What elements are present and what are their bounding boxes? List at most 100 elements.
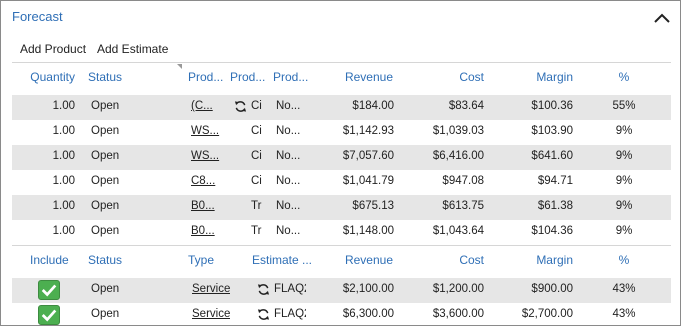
header-type[interactable]: Type [188, 253, 214, 267]
cost-cell: $1,200.00 [432, 283, 484, 295]
table-row[interactable]: 1.00 Open B0... Tr No... $1,148.00 $1,043.64 $1… [12, 220, 671, 245]
product-link[interactable]: B0... [191, 225, 221, 237]
status-cell: Open [91, 308, 120, 320]
header-revenue[interactable]: Revenue [323, 253, 393, 267]
type-link[interactable]: Service [192, 283, 230, 295]
revenue-cell: $1,142.93 [342, 125, 394, 137]
percent-cell: 9% [615, 200, 633, 212]
percent-cell: 9% [615, 150, 633, 162]
status-cell: Open [91, 225, 120, 237]
header-product-3[interactable]: Prod... [273, 70, 308, 84]
product-link[interactable]: C8... [191, 175, 221, 187]
percent-cell: 43% [612, 308, 636, 320]
include-checkbox[interactable] [38, 280, 60, 300]
sort-indicator-icon [177, 64, 182, 69]
revenue-cell: $675.13 [352, 200, 394, 212]
header-estimate[interactable]: Estimate ... [252, 253, 312, 267]
margin-cell: $2,700.00 [521, 308, 573, 320]
percent-cell: 9% [615, 175, 633, 187]
cost-cell: $947.08 [442, 175, 484, 187]
product-link[interactable]: B0... [191, 200, 221, 212]
revenue-cell: $7,057.60 [342, 150, 394, 162]
product-link[interactable]: (C... [191, 100, 221, 112]
header-percent[interactable]: % [609, 253, 639, 267]
product-cell-3: No... [276, 150, 301, 162]
status-cell: Open [91, 100, 120, 112]
percent-cell: 55% [612, 100, 636, 112]
table-row[interactable]: 1.00 Open C8... Ci No... $1,041.79 $947.08 $94.… [12, 170, 671, 195]
panel-title: Forecast [12, 9, 63, 24]
add-product-button[interactable]: Add Product [20, 42, 86, 56]
margin-cell: $900.00 [531, 283, 573, 295]
table-row[interactable]: 1.00 Open WS... Ci No... $7,057.60 $6,416.00 $6… [12, 145, 671, 170]
revenue-cell: $1,148.00 [342, 225, 394, 237]
include-checkbox[interactable] [38, 305, 60, 325]
header-status[interactable]: Status [88, 70, 122, 84]
product-cell-2: Ci [251, 100, 262, 112]
cost-cell: $613.75 [442, 200, 484, 212]
header-product-1[interactable]: Prod... [188, 70, 223, 84]
cost-cell: $83.64 [448, 100, 484, 112]
table-row[interactable]: 1.00 Open (C... Ci No... $184.00 $83.64 $100.36… [12, 95, 671, 120]
quantity-cell: 1.00 [52, 150, 75, 162]
header-cost[interactable]: Cost [414, 70, 484, 84]
cost-cell: $1,043.64 [432, 225, 484, 237]
header-status[interactable]: Status [88, 253, 122, 267]
status-cell: Open [91, 175, 120, 187]
margin-cell: $104.36 [531, 225, 573, 237]
add-estimate-button[interactable]: Add Estimate [97, 42, 168, 56]
quantity-cell: 1.00 [52, 225, 75, 237]
cost-cell: $3,600.00 [432, 308, 484, 320]
product-cell-3: No... [276, 225, 301, 237]
percent-cell: 9% [615, 225, 633, 237]
forecast-panel: Forecast Add Product Add Estimate Quanti… [0, 0, 681, 326]
margin-cell: $61.38 [537, 200, 573, 212]
table-row[interactable]: Open Service FLAQ2 $6,300.00 $3,600.00 $2,700… [12, 303, 671, 325]
divider [12, 62, 671, 63]
margin-cell: $641.60 [531, 150, 573, 162]
table-row[interactable]: Open Service FLAQ2 $2,100.00 $1,200.00 $900.0… [12, 278, 671, 303]
status-cell: Open [91, 150, 120, 162]
product-cell-2: Tr [251, 225, 262, 237]
product-link[interactable]: WS... [191, 150, 221, 162]
product-cell-2: Ci [251, 125, 262, 137]
header-margin[interactable]: Margin [503, 253, 573, 267]
revenue-cell: $2,100.00 [342, 283, 394, 295]
quantity-cell: 1.00 [52, 100, 75, 112]
quantity-cell: 1.00 [52, 200, 75, 212]
header-product-2[interactable]: Prod... [230, 70, 265, 84]
status-cell: Open [91, 200, 120, 212]
type-link[interactable]: Service [192, 308, 230, 320]
divider [12, 245, 671, 246]
revenue-cell: $184.00 [352, 100, 394, 112]
percent-cell: 9% [615, 125, 633, 137]
product-cell-2: Tr [251, 200, 262, 212]
header-include[interactable]: Include [30, 253, 69, 267]
estimate-cell: FLAQ2 [274, 283, 306, 295]
percent-cell: 43% [612, 283, 636, 295]
product-cell-3: No... [276, 200, 301, 212]
product-cell-3: No... [276, 100, 301, 112]
refresh-icon[interactable] [257, 308, 270, 321]
product-cell-3: No... [276, 175, 301, 187]
table-row[interactable]: 1.00 Open WS... Ci No... $1,142.93 $1,039.03 $1… [12, 120, 671, 145]
refresh-icon[interactable] [257, 283, 270, 296]
margin-cell: $103.90 [531, 125, 573, 137]
product-cell-2: Ci [251, 175, 262, 187]
refresh-icon[interactable] [234, 100, 247, 113]
quantity-cell: 1.00 [52, 125, 75, 137]
table-row[interactable]: 1.00 Open B0... Tr No... $675.13 $613.75 $61.38… [12, 195, 671, 220]
quantity-cell: 1.00 [52, 175, 75, 187]
header-cost[interactable]: Cost [414, 253, 484, 267]
product-cell-2: Ci [251, 150, 262, 162]
margin-cell: $94.71 [537, 175, 573, 187]
header-margin[interactable]: Margin [503, 70, 573, 84]
cost-cell: $1,039.03 [432, 125, 484, 137]
estimate-cell: FLAQ2 [274, 308, 306, 320]
header-revenue[interactable]: Revenue [323, 70, 393, 84]
revenue-cell: $6,300.00 [342, 308, 394, 320]
product-link[interactable]: WS... [191, 125, 221, 137]
header-quantity[interactable]: Quantity [15, 70, 75, 84]
header-percent[interactable]: % [609, 70, 639, 84]
chevron-up-icon[interactable] [652, 10, 672, 26]
